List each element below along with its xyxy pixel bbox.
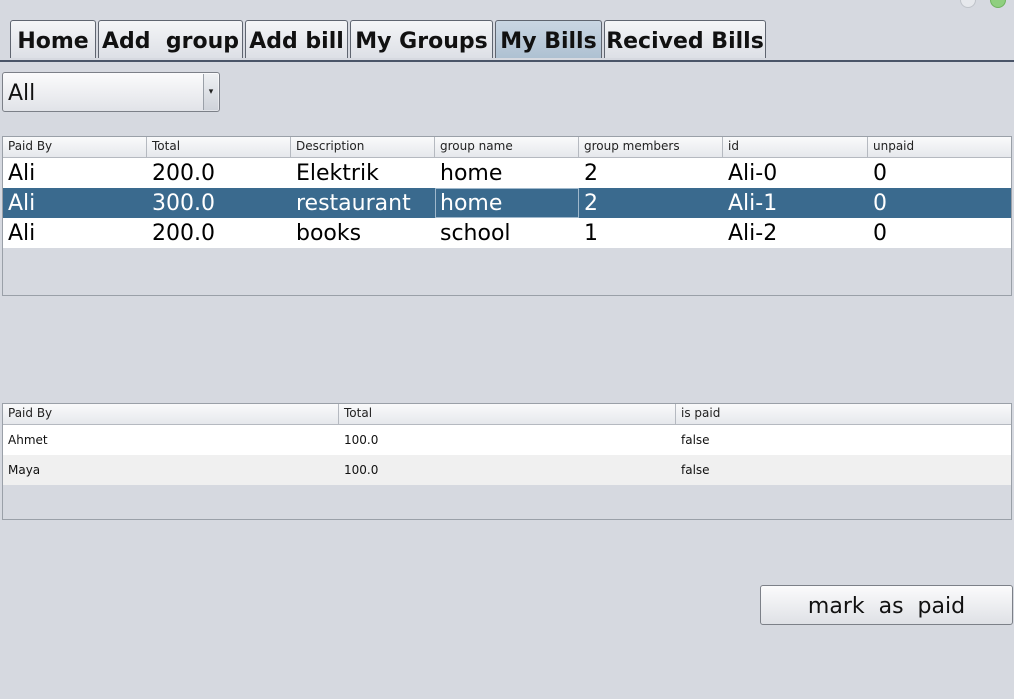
cell-unpaid: 0 xyxy=(873,221,887,246)
cell-paid-by: Ahmet xyxy=(8,433,48,447)
bills-table: Paid By Total Description group name gro… xyxy=(2,136,1012,296)
close-icon[interactable] xyxy=(990,0,1006,8)
cell-total: 200.0 xyxy=(152,161,215,186)
table-row-selected[interactable]: Ali 300.0 restaurant home 2 Ali-1 0 xyxy=(3,188,1011,218)
tab-home[interactable]: Home xyxy=(10,20,96,58)
cell-total: 300.0 xyxy=(152,191,215,216)
column-header-group-members[interactable]: group members xyxy=(579,137,723,157)
minimize-icon[interactable] xyxy=(960,0,976,8)
cell-is-paid: false xyxy=(681,463,710,477)
column-header-group-name[interactable]: group name xyxy=(435,137,579,157)
cell-id: Ali-1 xyxy=(728,191,778,216)
cell-description: restaurant xyxy=(296,191,411,216)
cell-group-name: school xyxy=(440,221,511,246)
table-row[interactable]: Ali 200.0 books school 1 Ali-2 0 xyxy=(3,218,1011,248)
chevron-down-icon[interactable]: ▾ xyxy=(203,74,218,110)
table-row[interactable]: Ahmet 100.0 false xyxy=(3,425,1011,455)
cell-id: Ali-0 xyxy=(728,161,778,186)
column-header-id[interactable]: id xyxy=(723,137,868,157)
cell-description: books xyxy=(296,221,362,246)
mark-as-paid-button[interactable]: mark as paid xyxy=(760,585,1013,625)
cell-total: 200.0 xyxy=(152,221,215,246)
column-header-total[interactable]: Total xyxy=(147,137,291,157)
table-row[interactable]: Ali 200.0 Elektrik home 2 Ali-0 0 xyxy=(3,158,1011,188)
bill-members-table: Paid By Total is paid Ahmet 100.0 false … xyxy=(2,403,1012,520)
column-header-paid-by[interactable]: Paid By xyxy=(3,137,147,157)
cell-group-members: 2 xyxy=(584,161,598,186)
tab-add-group[interactable]: Add group xyxy=(98,20,243,58)
column-header-unpaid[interactable]: unpaid xyxy=(868,137,1011,157)
my-bills-window: Home Add group Add bill My Groups My Bil… xyxy=(0,0,1014,699)
column-header-is-paid[interactable]: is paid xyxy=(676,404,1011,424)
tab-my-groups[interactable]: My Groups xyxy=(350,20,493,58)
cell-group-members: 2 xyxy=(584,191,598,216)
tab-bar: Home Add group Add bill My Groups My Bil… xyxy=(10,20,768,60)
table-row[interactable]: Maya 100.0 false xyxy=(3,455,1011,485)
cell-total: 100.0 xyxy=(344,463,379,477)
column-header-description[interactable]: Description xyxy=(291,137,435,157)
cell-group-name-focused[interactable]: home xyxy=(435,188,579,218)
bill-members-table-header: Paid By Total is paid xyxy=(3,404,1011,425)
cell-paid-by: Ali xyxy=(8,191,36,216)
column-header-total[interactable]: Total xyxy=(339,404,676,424)
group-filter-value: All xyxy=(8,81,36,106)
tab-my-bills[interactable]: My Bills xyxy=(495,20,602,58)
tab-add-bill[interactable]: Add bill xyxy=(245,20,348,58)
group-filter-dropdown[interactable]: All ▾ xyxy=(2,72,220,112)
bills-table-header: Paid By Total Description group name gro… xyxy=(3,137,1011,158)
cell-group-name: home xyxy=(440,161,503,186)
cell-paid-by: Ali xyxy=(8,221,36,246)
cell-is-paid: false xyxy=(681,433,710,447)
cell-paid-by: Maya xyxy=(8,463,41,477)
cell-description: Elektrik xyxy=(296,161,379,186)
cell-group-members: 1 xyxy=(584,221,598,246)
cell-paid-by: Ali xyxy=(8,161,36,186)
tab-recived-bills[interactable]: Recived Bills xyxy=(604,20,766,58)
cell-id: Ali-2 xyxy=(728,221,778,246)
cell-unpaid: 0 xyxy=(873,161,887,186)
column-header-paid-by[interactable]: Paid By xyxy=(3,404,339,424)
cell-unpaid: 0 xyxy=(873,191,887,216)
cell-total: 100.0 xyxy=(344,433,379,447)
tab-divider xyxy=(0,60,1014,62)
